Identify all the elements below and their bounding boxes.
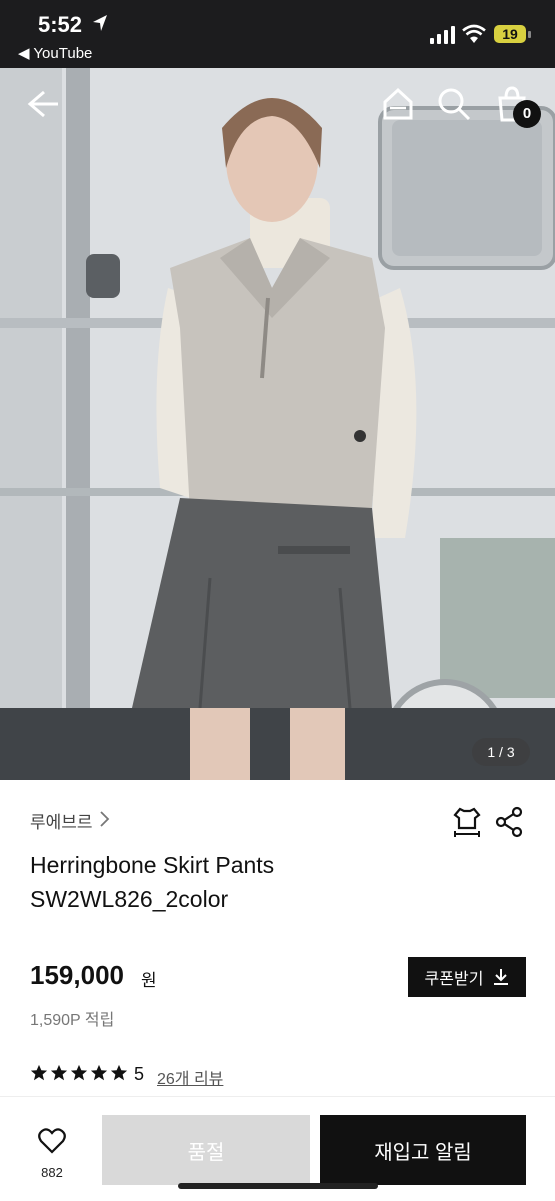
product-photo xyxy=(0,68,555,780)
star-icon xyxy=(70,1064,88,1081)
star-icon xyxy=(30,1064,48,1081)
cart-count-badge: 0 xyxy=(513,100,541,128)
star-icon xyxy=(90,1064,108,1081)
coupon-button-label: 쿠폰받기 xyxy=(424,971,484,988)
back-to-app-link[interactable]: ◀ YouTube xyxy=(18,44,92,62)
home-indicator xyxy=(178,1183,378,1189)
back-icon[interactable] xyxy=(24,86,60,122)
cellular-signal-icon xyxy=(430,26,455,44)
wifi-icon xyxy=(462,24,486,43)
rating-stars xyxy=(30,1064,128,1082)
reward-points: 1,590P 적립 xyxy=(30,1012,115,1029)
search-icon[interactable] xyxy=(436,86,472,122)
battery-nub xyxy=(528,31,531,38)
home-icon[interactable] xyxy=(380,86,416,122)
rating-value: 5 xyxy=(134,1064,145,1084)
heart-icon xyxy=(38,1128,66,1154)
image-page-indicator: 1 / 3 xyxy=(472,738,530,766)
status-time: 5:52 xyxy=(38,12,83,37)
size-icon[interactable] xyxy=(452,806,482,838)
star-icon xyxy=(50,1064,68,1081)
get-coupon-button[interactable]: 쿠폰받기 xyxy=(408,957,526,997)
status-bar: 5:52 ◀ YouTube 19 xyxy=(0,0,555,68)
brand-link[interactable]: 루에브르 xyxy=(30,808,93,833)
price-currency: 원 xyxy=(141,971,157,990)
product-image-carousel[interactable] xyxy=(0,68,555,780)
product-price: 159,000 xyxy=(30,960,124,990)
share-icon[interactable] xyxy=(494,806,524,838)
star-icon xyxy=(110,1064,128,1081)
battery-indicator: 19 xyxy=(494,25,526,43)
like-button[interactable]: 882 xyxy=(22,1128,82,1180)
download-icon xyxy=(494,969,509,985)
product-title: Herringbone Skirt Pants SW2WL826_2color xyxy=(30,852,275,912)
sold-out-button: 품절 xyxy=(102,1115,310,1185)
like-count: 882 xyxy=(41,1165,63,1180)
restock-alert-button[interactable]: 재입고 알림 xyxy=(320,1115,526,1185)
review-count-link[interactable]: 26개 리뷰 xyxy=(157,1065,223,1089)
location-arrow-icon xyxy=(93,15,107,31)
chevron-right-icon[interactable] xyxy=(98,810,110,828)
